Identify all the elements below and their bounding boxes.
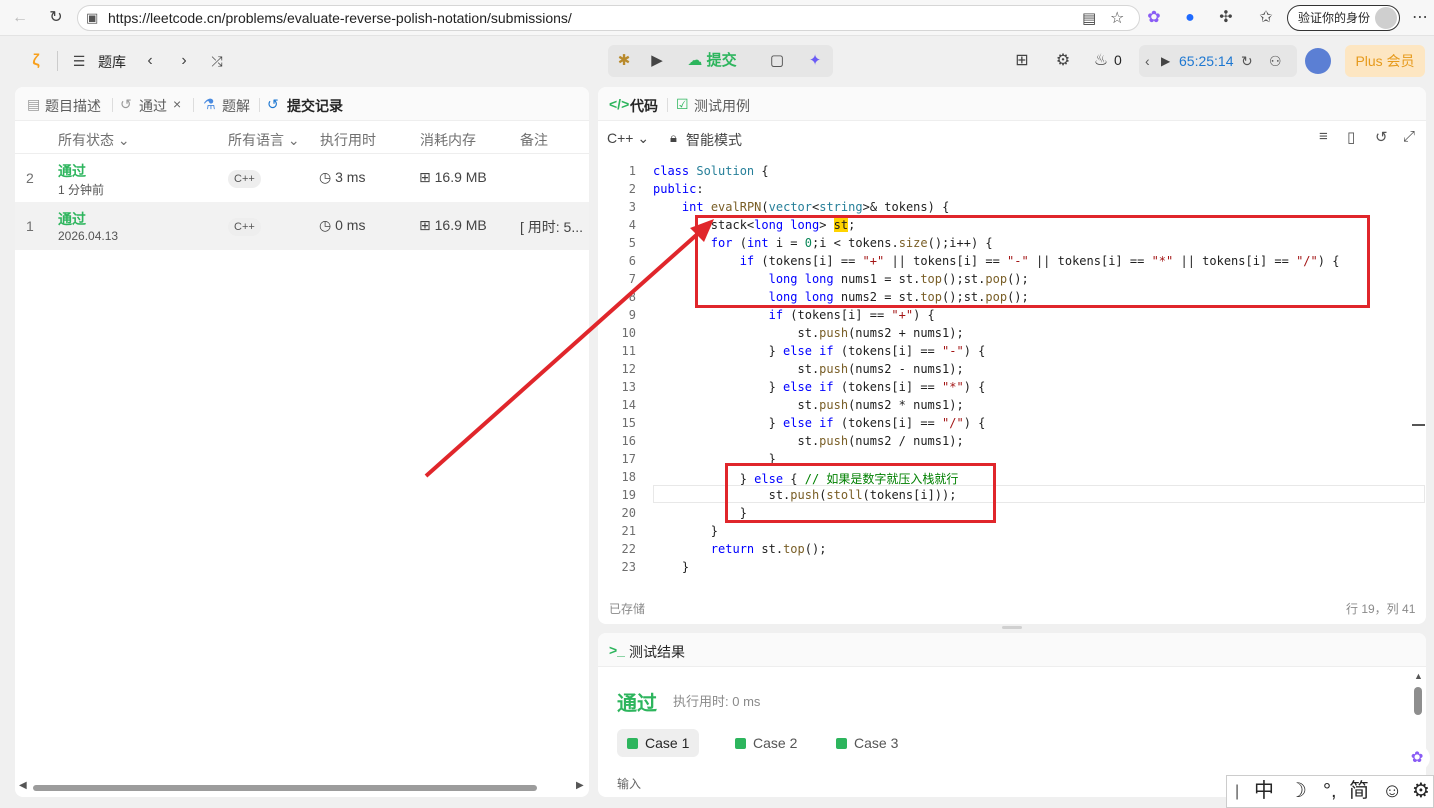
- ime-mode[interactable]: 中: [1254, 776, 1274, 807]
- ime-simplified[interactable]: 简: [1349, 776, 1369, 807]
- punctuation-icon[interactable]: °,: [1323, 776, 1337, 807]
- ime-toolbar: | 中 ☽ °, 简 ☺ ⚙: [1226, 775, 1434, 808]
- emoji-icon[interactable]: ☺: [1382, 776, 1402, 807]
- ime-grip-icon[interactable]: |: [1235, 776, 1239, 807]
- arrow-shaft: [424, 228, 704, 478]
- ime-settings-icon[interactable]: ⚙: [1412, 776, 1430, 807]
- moon-icon[interactable]: ☽: [1289, 776, 1307, 807]
- annotation-arrow: [424, 219, 714, 478]
